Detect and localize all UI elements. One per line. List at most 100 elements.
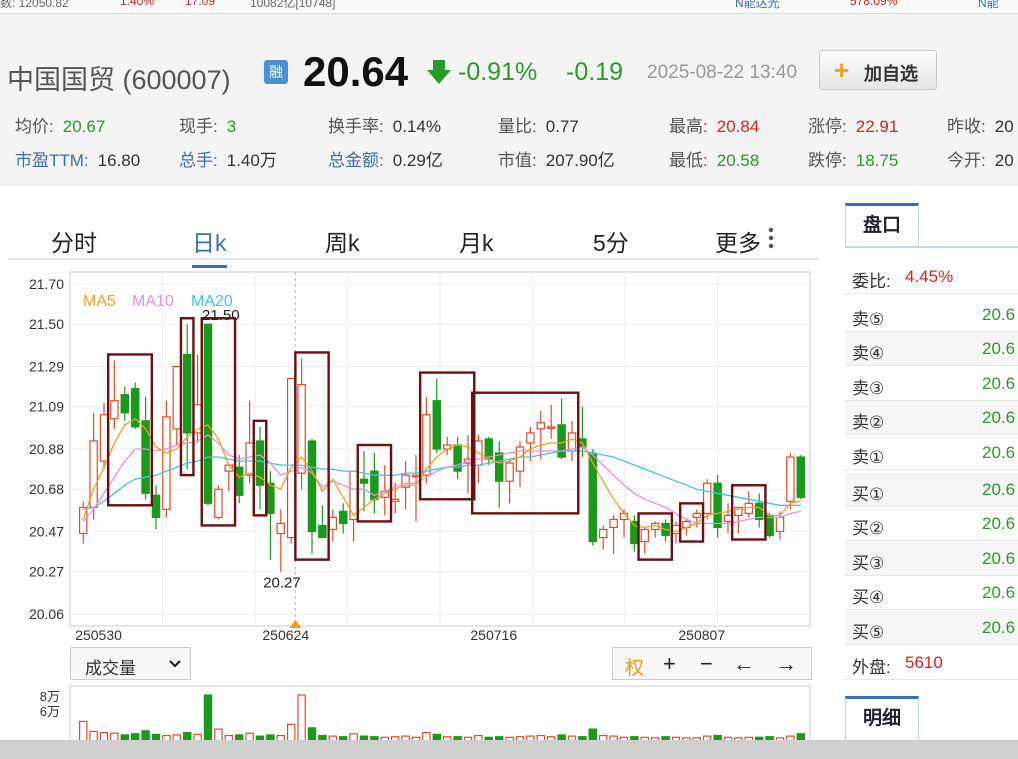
candle-body — [557, 424, 566, 458]
order-book-row[interactable]: 买① 20.6 — [845, 473, 1018, 507]
volume-bar — [245, 732, 254, 743]
volume-bar — [297, 694, 306, 743]
quote-label: 均价: — [15, 117, 54, 136]
high-annotation: 21.50 — [202, 307, 240, 324]
tab-daily-k[interactable]: 日k — [192, 224, 227, 268]
quote-item: 换手率: 0.14% — [328, 112, 441, 137]
kline-chart-area[interactable]: 21.70 21.50 21.29 21.09 20.88 20.68 20.47 20.27… — [0, 262, 820, 643]
volume-y-label: 6万 — [40, 704, 60, 719]
order-level-label: 卖③ — [852, 378, 885, 398]
legend-ma10: MA10 — [132, 293, 174, 310]
indicator-selector[interactable]: 成交量 — [70, 647, 191, 680]
add-watchlist-button[interactable]: + 加自选 — [819, 50, 937, 90]
pan-right-button[interactable]: → — [775, 651, 797, 677]
quote-item[interactable]: 市盈TTM: 16.80 — [15, 146, 140, 171]
low-annotation: 20.27 — [263, 575, 301, 592]
quote-item: 量比: 0.77 — [498, 112, 579, 137]
order-level-label: 买② — [852, 519, 885, 539]
order-level-price: 20.6 — [982, 408, 1016, 428]
quote-value: 0.14% — [392, 117, 441, 136]
candle-body — [765, 514, 774, 537]
volume-y-label: 8万 — [40, 689, 60, 704]
tab-fenshi[interactable]: 分时 — [51, 224, 97, 258]
volume-bar — [422, 731, 431, 743]
candle-body — [390, 498, 400, 502]
quote-item[interactable]: 总手: 1.40万 — [179, 146, 277, 171]
add-watchlist-label: 加自选 — [864, 64, 918, 84]
quote-item[interactable]: 总金额: 0.29亿 — [328, 146, 443, 171]
quote-value: 20 — [994, 117, 1014, 136]
zoom-out-button[interactable]: − — [700, 651, 713, 677]
y-tick-label: 20.47 — [29, 524, 64, 540]
candle-body — [494, 452, 504, 482]
y-tick-label: 21.50 — [29, 316, 64, 332]
order-level-label: 卖⑤ — [852, 310, 885, 329]
order-book-row[interactable]: 卖④ 20.6 — [845, 332, 1018, 367]
candle-body — [203, 323, 213, 504]
order-book-panel: 盘口 委比: 4.45% 卖⑤ 20.6 卖④ 20.6 卖③ 20.6 卖② 20.6 卖① 2… — [845, 203, 1018, 740]
pan-left-button[interactable]: ← — [733, 651, 755, 677]
candle-body — [546, 426, 556, 429]
order-level-price: 20.6 — [982, 373, 1016, 393]
quote-item: 现手: 3 — [179, 112, 236, 137]
tab-weekly-k[interactable]: 周k — [325, 224, 360, 258]
quote-value: 207.90亿 — [545, 151, 615, 170]
order-book-row[interactable]: 卖⑤ 20.6 — [845, 298, 1018, 332]
order-level-price: 20.6 — [982, 617, 1016, 637]
order-level-price: 20.6 — [982, 480, 1016, 499]
candle — [203, 323, 213, 506]
quote-label: 总手: — [179, 151, 218, 170]
candle-body — [110, 400, 119, 420]
candle-body — [692, 512, 702, 519]
order-book-row[interactable]: 买④ 20.6 — [845, 576, 1018, 611]
volume-bar — [203, 694, 213, 743]
quote-value: 0.77 — [545, 117, 579, 136]
quote-label: 现手: — [179, 117, 218, 136]
kline-chart[interactable]: 21.70 21.50 21.29 21.09 20.88 20.68 20.47 20.27… — [0, 262, 820, 643]
y-tick-label: 21.09 — [29, 399, 64, 415]
y-tick-label: 20.06 — [29, 606, 64, 622]
x-tick-label: 250530 — [75, 627, 122, 642]
margin-badge: 融 — [264, 60, 288, 84]
candle-body — [536, 422, 546, 430]
quote-label: 最低: — [669, 151, 708, 170]
tab-monthly-k[interactable]: 月k — [459, 224, 494, 258]
order-book-row[interactable]: 买② 20.6 — [845, 507, 1018, 542]
quote-item: 最低: 20.58 — [669, 146, 759, 171]
candle-body — [598, 528, 608, 539]
bottom-scrollbar[interactable] — [0, 740, 1018, 759]
zoom-in-button[interactable]: + — [663, 651, 676, 677]
order-book-row[interactable]: 买③ 20.6 — [845, 541, 1018, 576]
quote-value: 1.40万 — [226, 151, 277, 170]
panel-divider — [845, 246, 1018, 248]
order-book-row[interactable]: 卖② 20.6 — [845, 401, 1018, 436]
order-book-row[interactable]: 卖③ 20.6 — [845, 367, 1018, 401]
tab-order-book[interactable]: 盘口 — [845, 203, 919, 247]
rights-toggle[interactable]: 权 — [625, 653, 644, 680]
candle-body — [307, 440, 317, 533]
quote-item: 最高: 20.84 — [669, 112, 759, 137]
y-tick-label: 21.70 — [29, 276, 64, 292]
chart-controls: 权 + − ← → — [612, 647, 812, 680]
quote-item: 昨收: 20 — [947, 112, 1014, 137]
order-level-price: 20.6 — [982, 339, 1016, 359]
vertical-dots-icon[interactable] — [768, 227, 774, 249]
quote-value: 20.58 — [716, 151, 760, 170]
tab-more[interactable]: 更多 — [715, 224, 761, 258]
candle-body — [99, 414, 109, 462]
quote-datetime: 2025-08-22 13:40 — [647, 62, 798, 83]
quote-value: 18.75 — [855, 151, 899, 170]
tab-detail[interactable]: 明细 — [845, 696, 919, 740]
quote-value: 22.91 — [855, 117, 899, 136]
stock-page: 数: 12050.82 1.40% 17.09 10082亿[10748] N能… — [0, 0, 1018, 759]
tab-5min[interactable]: 5分 — [593, 224, 629, 258]
order-book-row[interactable]: 卖① 20.6 — [845, 436, 1018, 470]
quote-label: 最高: — [669, 117, 708, 136]
ticker-index-chg: 17.09 — [185, 0, 216, 8]
market-ticker[interactable]: 数: 12050.82 1.40% 17.09 10082亿[10748] N能… — [0, 0, 1018, 14]
candle-body — [775, 516, 785, 533]
change-amount: -0.19 — [566, 58, 623, 86]
quote-item: 跌停: 18.75 — [808, 146, 898, 171]
order-book-row[interactable]: 买⑤ 20.6 — [845, 610, 1018, 645]
chart-tabs: 分时 日k 周k 月k 5分 更多 — [8, 210, 818, 268]
